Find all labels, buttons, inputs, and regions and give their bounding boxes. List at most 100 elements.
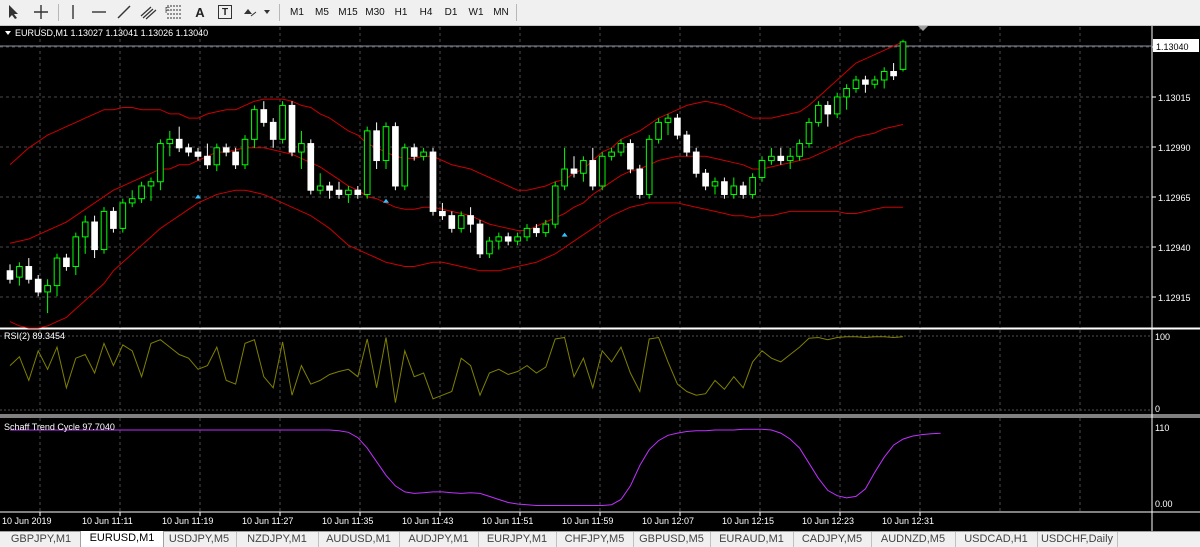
- candle-body: [204, 155, 211, 166]
- candle-body: [730, 185, 738, 195]
- candle-body: [523, 227, 531, 238]
- candle-body: [279, 104, 286, 140]
- candle-body: [786, 155, 794, 162]
- timeframe-m30[interactable]: M30: [364, 2, 386, 22]
- tab-gbpjpy-m1[interactable]: GBPJPY,M1: [2, 532, 81, 547]
- tab-audusd-m1[interactable]: AUDUSD,M1: [318, 532, 400, 547]
- candle: [627, 139, 634, 174]
- candle-body: [570, 168, 578, 174]
- rsi-scale-top: 100: [1155, 332, 1170, 342]
- candle-body: [298, 143, 305, 153]
- timeframe-d1[interactable]: D1: [441, 2, 461, 22]
- candle-body: [429, 151, 437, 212]
- chart-header: EURUSD,M1 1.13027 1.13041 1.13026 1.1304…: [5, 28, 208, 38]
- timeframe-w1[interactable]: W1: [466, 2, 486, 22]
- timeframe-h4[interactable]: H4: [416, 2, 436, 22]
- candle: [401, 143, 409, 191]
- time-label: 10 Jun 11:19: [162, 516, 213, 526]
- time-label: 10 Jun 11:11: [82, 516, 133, 526]
- candle-body: [448, 215, 456, 229]
- tab-usdjpy-m5[interactable]: USDJPY,M5: [162, 532, 237, 547]
- chart-canvas[interactable]: 1.13040 1.13015 1.12990 1.12965 1.12940 1.129…: [0, 26, 1200, 531]
- fibonacci-icon[interactable]: F: [163, 2, 185, 22]
- crosshair-icon[interactable]: [30, 2, 52, 22]
- candle-body: [843, 87, 850, 98]
- candle-body: [260, 109, 268, 123]
- candle-body: [63, 257, 70, 268]
- tab-eurusd-m1[interactable]: EURUSD,M1: [80, 531, 164, 547]
- candle-body: [100, 210, 108, 251]
- tab-eurjpy-m1[interactable]: EURJPY,M1: [478, 532, 557, 547]
- candle-body: [758, 160, 766, 178]
- candle-body: [852, 79, 860, 89]
- candle-body: [401, 147, 409, 187]
- candle-body: [213, 147, 221, 166]
- candle-body: [542, 223, 550, 234]
- tab-chfjpy-m5[interactable]: CHFJPY,M5: [556, 532, 634, 547]
- candle-body: [768, 155, 775, 162]
- candle-body: [674, 117, 681, 136]
- tab-nzdjpy-m1[interactable]: NZDJPY,M1: [236, 532, 319, 547]
- tab-usdcad-h1[interactable]: USDCAD,H1: [955, 532, 1038, 547]
- time-label: 10 Jun 2019: [2, 516, 52, 526]
- candle-body: [241, 138, 249, 166]
- candle-body: [222, 147, 230, 153]
- tab-usdchf-daily[interactable]: USDCHF,Daily: [1037, 532, 1118, 547]
- chart-tabs: GBPJPY,M1 EURUSD,M1 USDJPY,M5 NZDJPY,M1 AUDU…: [0, 531, 1200, 547]
- candle-body: [128, 198, 136, 204]
- toolbar: F A T M1 M5 M15 M30 H1 H4 D1 W1 MN: [0, 0, 1200, 26]
- current-price-label: 1.13040: [1156, 42, 1189, 52]
- timeframe-h1[interactable]: H1: [391, 2, 411, 22]
- candle-body: [636, 168, 644, 195]
- candle-body: [627, 143, 634, 170]
- trendline-icon[interactable]: [113, 2, 135, 22]
- text-icon[interactable]: A: [190, 2, 210, 22]
- chart-symbol-info: EURUSD,M1 1.13027 1.13041 1.13026 1.1304…: [15, 28, 208, 38]
- candle-body: [617, 143, 625, 153]
- candle-body: [589, 160, 597, 187]
- candle-body: [439, 210, 446, 217]
- candle-body: [34, 278, 42, 293]
- tab-audnzd-m5[interactable]: AUDNZD,M5: [871, 532, 956, 547]
- equidistant-channel-icon[interactable]: [138, 2, 160, 22]
- candle-body: [373, 130, 380, 162]
- candle: [392, 122, 399, 191]
- candle: [683, 130, 691, 157]
- tab-euraud-m1[interactable]: EURAUD,M1: [710, 532, 794, 547]
- candle-body: [457, 215, 465, 229]
- candle-body: [316, 185, 324, 191]
- tab-cadjpy-m5[interactable]: CADJPY,M5: [793, 532, 872, 547]
- candle-body: [53, 257, 61, 287]
- timeframe-m5[interactable]: M5: [312, 2, 332, 22]
- horizontal-line-icon[interactable]: [88, 2, 110, 22]
- tab-audjpy-m1[interactable]: AUDJPY,M1: [399, 532, 479, 547]
- toolbar-separator: [516, 4, 517, 21]
- candle-body: [749, 177, 756, 195]
- cursor-icon[interactable]: [4, 2, 24, 22]
- shapes-dropdown-icon[interactable]: [240, 2, 274, 22]
- candle-body: [692, 151, 700, 174]
- vertical-line-icon[interactable]: [64, 2, 82, 22]
- candle: [288, 101, 296, 157]
- timeframe-m1[interactable]: M1: [287, 2, 307, 22]
- candle-body: [833, 96, 841, 115]
- text-label-icon[interactable]: T: [214, 2, 236, 22]
- candle-body: [721, 181, 728, 195]
- timeframe-m15[interactable]: M15: [337, 2, 359, 22]
- stc-scale-bottom: 0.00: [1155, 499, 1173, 509]
- candle-body: [110, 210, 117, 229]
- timeframe-mn[interactable]: MN: [491, 2, 511, 22]
- candle-body: [72, 236, 80, 268]
- candle-body: [157, 143, 164, 183]
- candle: [241, 135, 249, 170]
- candle-body: [815, 104, 822, 123]
- chart-window[interactable]: 1.13040 1.13015 1.12990 1.12965 1.12940 1.129…: [0, 26, 1200, 531]
- candle-body: [147, 181, 155, 187]
- time-label: 10 Jun 12:07: [642, 516, 694, 526]
- candle-body: [44, 285, 51, 293]
- candle: [429, 147, 437, 216]
- tab-gbpusd-m5[interactable]: GBPUSD,M5: [633, 532, 711, 547]
- candle: [119, 198, 127, 233]
- candle-body: [6, 270, 14, 280]
- candle-body: [796, 143, 803, 157]
